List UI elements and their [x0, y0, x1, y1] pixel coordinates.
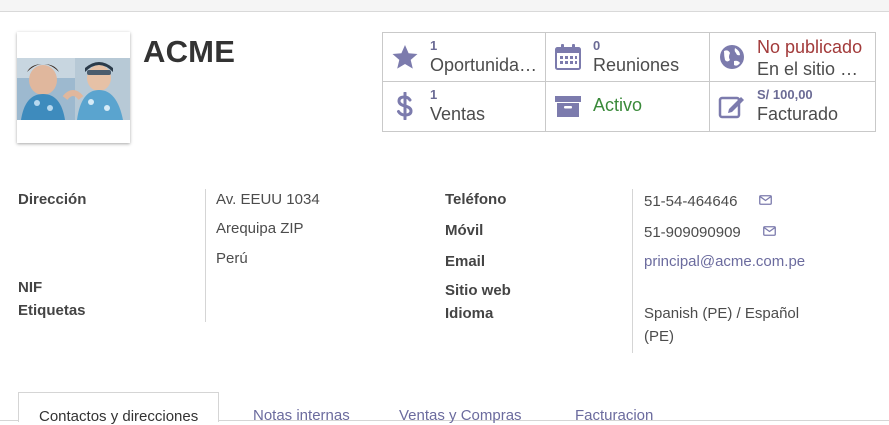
- invoiced-label: Facturado: [757, 104, 839, 124]
- opportunities-label: Oportunida…: [430, 55, 538, 75]
- publish-status: No publicado: [757, 37, 863, 57]
- left-separator: [205, 189, 206, 322]
- avatar-photo: [17, 58, 130, 120]
- tab-contacts-addresses[interactable]: Contactos y direcciones: [18, 392, 220, 425]
- meetings-button[interactable]: 0 Reuniones: [546, 33, 710, 82]
- globe-icon: [720, 45, 744, 69]
- vat-label: NIF: [18, 279, 43, 296]
- language-label: Idioma: [445, 305, 494, 322]
- edit-icon: [718, 96, 744, 119]
- publish-sublabel: En el sitio …: [757, 59, 859, 79]
- invoiced-amount: S/ 100,00: [757, 87, 813, 102]
- right-separator: [632, 189, 633, 353]
- meetings-label: Reuniones: [593, 55, 680, 75]
- smart-buttons: 1 Oportunida… 0 Reuniones No publicado E…: [382, 32, 876, 132]
- active-label: Activo: [593, 95, 643, 115]
- partner-name[interactable]: ACME: [143, 34, 235, 70]
- language-value-line2: (PE): [644, 328, 674, 345]
- mobile-label: Móvil: [445, 222, 484, 239]
- website-publish-button[interactable]: No publicado En el sitio …: [710, 33, 875, 82]
- language-value-line1: Spanish (PE) / Español: [644, 305, 800, 322]
- dollar-icon: [397, 92, 413, 120]
- phone-label: Teléfono: [445, 191, 507, 208]
- tab-invoicing[interactable]: Facturacion: [575, 407, 653, 424]
- sales-count: 1: [430, 87, 438, 102]
- tab-sales-purchases[interactable]: Ventas y Compras: [399, 407, 522, 424]
- street-value: Av. EEUU 1034: [216, 191, 320, 208]
- tags-label: Etiquetas: [18, 302, 86, 319]
- star-icon: [392, 45, 418, 69]
- invoiced-button[interactable]: S/ 100,00 Facturado: [710, 82, 875, 131]
- email-label: Email: [445, 253, 486, 270]
- opportunities-button[interactable]: 1 Oportunida…: [383, 33, 546, 82]
- address-label: Dirección: [18, 191, 87, 208]
- phone-value[interactable]: 51-54-464646: [644, 193, 737, 210]
- meetings-count: 0: [593, 38, 601, 53]
- mobile-value[interactable]: 51-909090909: [644, 224, 741, 241]
- envelope-icon[interactable]: [759, 195, 772, 205]
- partner-avatar[interactable]: [17, 32, 130, 143]
- city-zip-value: Arequipa ZIP: [216, 220, 304, 237]
- opportunities-count: 1: [430, 38, 438, 53]
- tab-internal-notes[interactable]: Notas internas: [253, 407, 350, 424]
- email-link[interactable]: principal@acme.com.pe: [644, 253, 805, 270]
- sales-label: Ventas: [430, 104, 486, 124]
- country-value: Perú: [216, 250, 248, 267]
- notebook-tabs: Contactos y direcciones Notas internas V…: [0, 392, 889, 425]
- website-label: Sitio web: [445, 282, 511, 299]
- calendar-icon: [555, 44, 581, 70]
- active-toggle-button[interactable]: Activo: [546, 82, 710, 131]
- envelope-icon[interactable]: [763, 226, 776, 236]
- sales-button[interactable]: 1 Ventas: [383, 82, 546, 131]
- archive-icon: [555, 96, 581, 117]
- top-strip: [0, 0, 889, 12]
